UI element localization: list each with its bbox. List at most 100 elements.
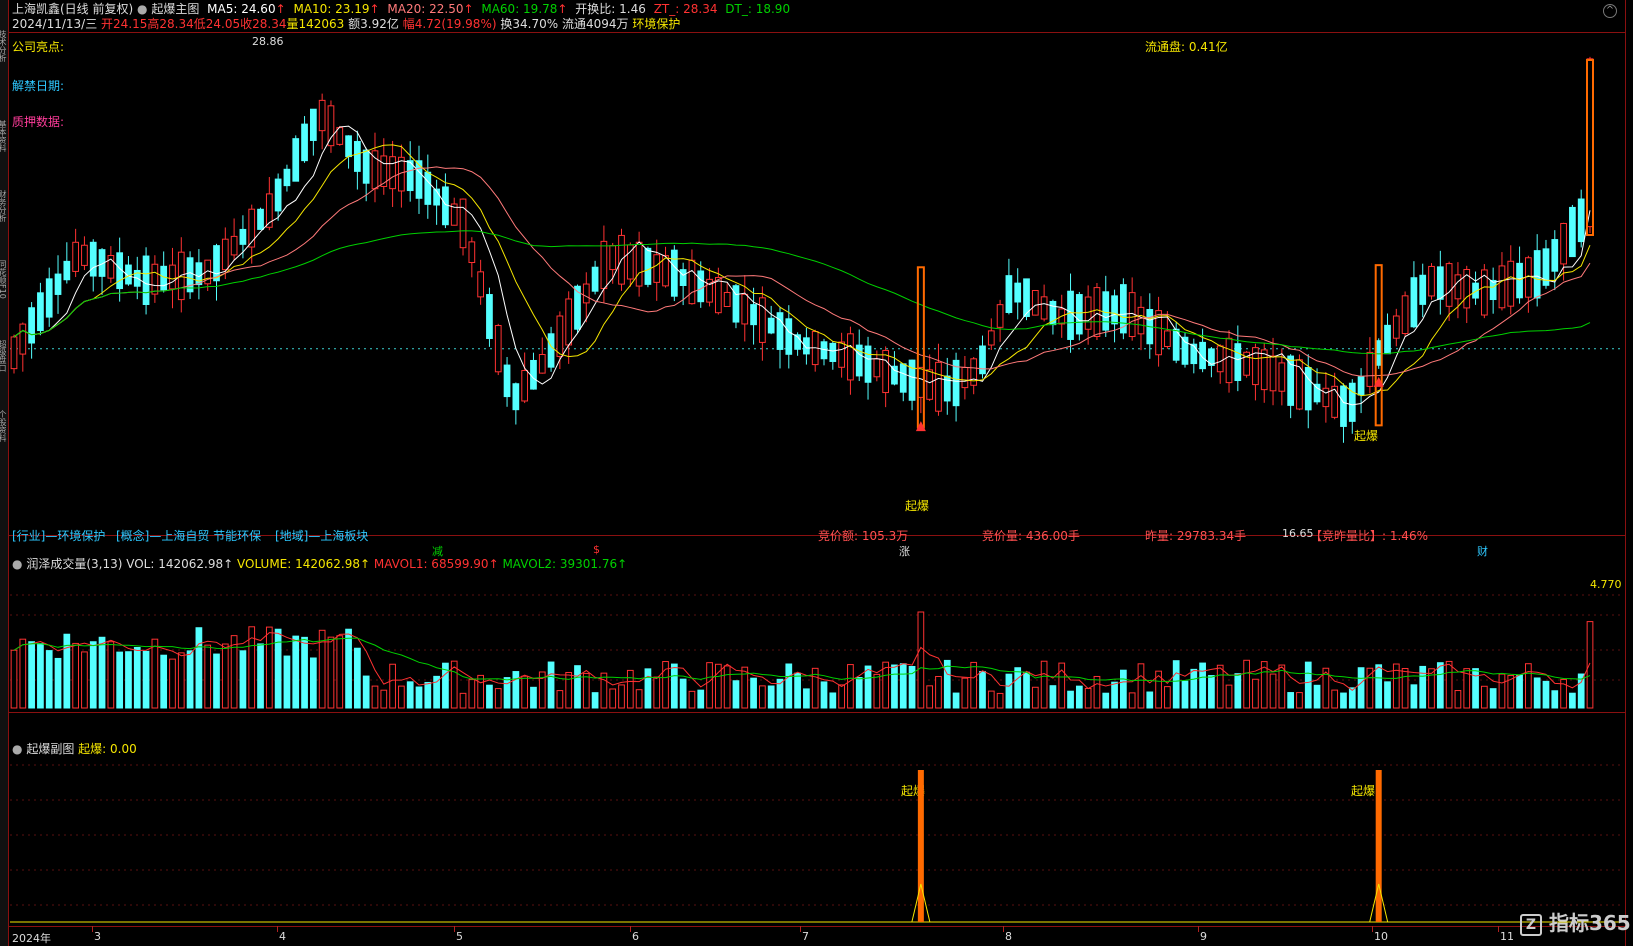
signal-label: 起爆	[905, 499, 930, 513]
volume-bar	[406, 681, 414, 709]
volume-bar	[1296, 692, 1303, 709]
volume-bar	[503, 677, 511, 709]
candle-body	[1234, 343, 1242, 382]
candle-body	[459, 198, 467, 249]
candle-body	[345, 135, 352, 158]
candle-body	[424, 171, 432, 205]
candle-body	[1031, 289, 1039, 316]
volume-bar	[609, 688, 617, 709]
candle-body	[1040, 296, 1048, 320]
candle-body	[1067, 290, 1074, 340]
volume-bar	[89, 641, 97, 709]
volume-bar	[1084, 687, 1092, 709]
candle-body	[477, 271, 484, 298]
volume-bar	[820, 681, 828, 709]
volume-bar	[415, 686, 423, 709]
volume-bar	[1551, 690, 1559, 709]
candle-body	[1287, 355, 1295, 406]
volume-bar	[670, 663, 678, 709]
candle-body	[1498, 265, 1506, 309]
volume-bar	[635, 689, 643, 709]
candle-body	[961, 366, 969, 389]
volume-bar	[926, 685, 934, 709]
candle-body	[362, 149, 370, 184]
candle-body	[1392, 315, 1400, 339]
volume-bar	[512, 671, 520, 709]
volume-bar	[230, 635, 238, 709]
candle-body	[908, 359, 916, 401]
volume-bar	[142, 650, 150, 709]
candle-body	[838, 341, 845, 368]
candle-body	[1111, 295, 1118, 325]
candle-body	[1075, 294, 1083, 335]
volume-bar	[1445, 660, 1453, 709]
volume-bar	[1304, 661, 1312, 709]
volume-bar	[1199, 662, 1206, 709]
volume-bar	[1014, 667, 1022, 709]
volume-bar	[1040, 660, 1048, 709]
candle-body	[847, 333, 854, 381]
volume-bar	[829, 692, 837, 709]
volume-bar	[785, 663, 793, 709]
x-axis-label: 9	[1200, 930, 1207, 943]
volume-bar	[1172, 660, 1180, 709]
x-axis-tick	[1003, 926, 1004, 932]
candle-body	[54, 273, 62, 295]
volume-bar	[864, 665, 872, 709]
candle-body	[1577, 198, 1585, 243]
volume-bar	[1111, 681, 1118, 709]
ma60-line	[13, 230, 1591, 355]
candle-body	[1366, 351, 1374, 387]
volume-bar	[1401, 668, 1409, 709]
volume-bar	[644, 668, 652, 709]
volume-bar	[354, 647, 361, 709]
volume-bar	[160, 654, 168, 709]
candle-body	[979, 345, 986, 375]
volume-bar	[626, 669, 634, 709]
candle-body	[1401, 295, 1409, 335]
candle-body	[609, 245, 617, 271]
candle-body	[1569, 206, 1576, 258]
volume-bar	[855, 677, 863, 709]
volume-bar	[265, 626, 273, 709]
candle-body	[512, 383, 520, 411]
candle-body	[503, 364, 511, 398]
volume-bar	[1093, 675, 1101, 709]
candle-body	[582, 283, 590, 304]
volume-bar	[952, 692, 960, 709]
kline-chart[interactable]	[0, 0, 1633, 946]
candle-body	[1428, 265, 1435, 297]
candle-body	[670, 249, 678, 297]
volume-bar	[591, 692, 599, 709]
volume-bar	[169, 658, 176, 709]
watermark: Z 指标365	[1520, 907, 1631, 936]
candle-body	[565, 298, 573, 346]
candle-body	[186, 257, 194, 293]
volume-bar	[1225, 684, 1233, 709]
volume-bar	[494, 688, 502, 709]
volume-bar	[794, 672, 801, 709]
volume-bar	[195, 627, 203, 709]
volume-bar	[1137, 663, 1145, 709]
volume-bar	[1472, 668, 1479, 709]
candle-body	[486, 294, 493, 339]
x-axis-tick	[630, 926, 631, 932]
candle-body	[785, 318, 793, 355]
candle-body	[1384, 324, 1391, 355]
volume-bar	[1164, 686, 1171, 709]
x-axis-label: 5	[456, 930, 463, 943]
x-axis-label: 10	[1374, 930, 1388, 943]
volume-bar	[1313, 684, 1321, 709]
candle-body	[1278, 362, 1286, 392]
candle-body	[1410, 277, 1418, 328]
volume-bar	[873, 673, 881, 709]
candle-body	[1445, 263, 1453, 307]
volume-bar	[723, 665, 731, 709]
volume-bar	[767, 685, 775, 709]
volume-bar	[327, 636, 335, 709]
candle-body	[591, 266, 599, 292]
candle-body	[767, 317, 775, 334]
candle-body	[309, 108, 317, 141]
volume-bar	[186, 650, 194, 709]
candle-body	[1005, 275, 1013, 314]
